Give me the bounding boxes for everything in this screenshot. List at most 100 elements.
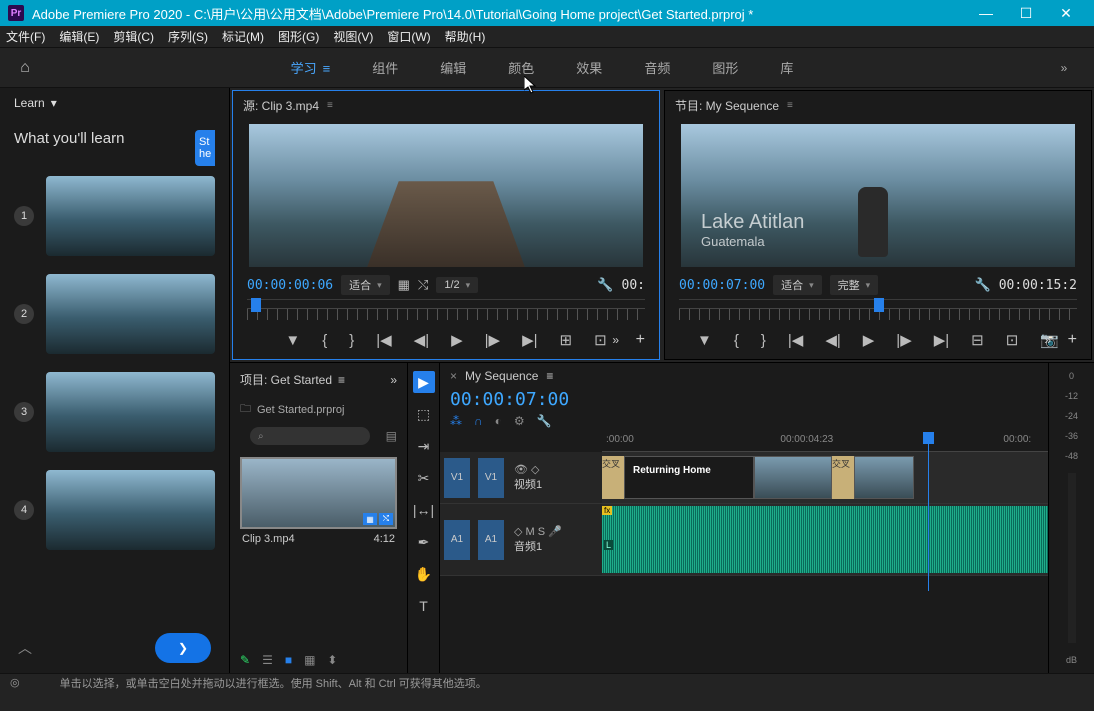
learn-next[interactable]: ❯ [155,633,211,663]
source-gridview-icon[interactable]: ▦ [398,277,410,293]
source-timecode[interactable]: 00:00:00:06 [247,278,333,293]
source-panel-title[interactable]: 源: Clip 3.mp4 [243,97,319,114]
maximize-button[interactable]: ☐ [1006,0,1046,26]
prog-out-icon[interactable]: } [761,332,766,349]
close-button[interactable]: ✕ [1046,0,1086,26]
transition-2[interactable]: 交叉 [832,456,854,499]
menu-sequence[interactable]: 序列(S) [168,28,208,45]
voiceover-icon[interactable]: 🎤 [548,526,562,538]
sort-icon[interactable]: ⬍ [327,653,337,667]
audio-track-1[interactable]: A1 A1 ◇ M S 🎤 音频1 fx L [440,504,1048,576]
video-clip[interactable] [754,456,832,499]
workspace-editing[interactable]: 编辑 [440,58,466,77]
selection-tool[interactable]: ▶ [413,371,435,393]
audio-clip[interactable]: fx L [602,506,1048,573]
program-settings-icon[interactable]: 🔧 [975,277,991,293]
program-panel-title[interactable]: 节目: My Sequence [675,97,779,114]
mark-in-icon[interactable]: { [322,332,327,349]
go-to-in-icon[interactable]: |◀ [376,331,391,349]
lock-icon[interactable]: ◇ [531,464,539,476]
project-filter-icon[interactable]: ▤ [386,429,397,443]
razor-tool[interactable]: ✂ [413,467,435,489]
prog-go-out-icon[interactable]: ▶| [934,331,949,349]
menu-marker[interactable]: 标记(M) [222,28,264,45]
menu-edit[interactable]: 编辑(E) [59,28,99,45]
extract-icon[interactable]: ⊡ [1006,331,1019,349]
insert-icon[interactable]: ⊞ [560,331,573,349]
solo-button[interactable]: S [538,526,545,538]
project-panel-title[interactable]: 项目: Get Started [240,371,332,388]
timeline-timecode[interactable]: 00:00:07:00 [450,389,569,410]
lift-icon[interactable]: ⊟ [971,331,984,349]
program-quality[interactable]: 完整▾ [830,275,879,295]
workspace-assembly[interactable]: 组件 [372,58,398,77]
mark-out-icon[interactable]: } [349,332,354,349]
workspace-graphics[interactable]: 图形 [712,58,738,77]
a1-source-patch[interactable]: A1 [444,520,470,560]
workspace-libraries[interactable]: 库 [780,58,793,77]
pen-tool[interactable]: ✒ [413,531,435,553]
a1-target-patch[interactable]: A1 [478,520,504,560]
video-clip-2[interactable] [854,456,914,499]
workspace-learn[interactable]: 学习≡ [291,58,331,77]
program-zoom[interactable]: 适合▾ [773,275,822,295]
source-scrubber[interactable] [247,299,645,325]
project-search[interactable]: ⌕ [250,427,370,445]
coach-bubble[interactable]: St he [195,130,215,166]
learn-back[interactable]: ︿ [18,638,32,658]
mute-button[interactable]: M [526,526,535,538]
menu-file[interactable]: 文件(F) [6,28,45,45]
menu-help[interactable]: 帮助(H) [445,28,486,45]
go-to-out-icon[interactable]: ▶| [522,331,537,349]
title-clip[interactable]: Returning Home [624,456,754,499]
home-button[interactable]: ⌂ [0,59,50,77]
prog-in-icon[interactable]: { [734,332,739,349]
source-resolution[interactable]: 1/2▾ [436,277,478,293]
video-track-1[interactable]: V1 V1 👁 ◇视频1 交叉 Returning Home 交叉 [440,452,1048,504]
workspace-color[interactable]: 颜色 [508,58,534,77]
program-scrubber[interactable] [679,299,1077,325]
v1-source-patch[interactable]: V1 [444,458,470,498]
list-view-icon[interactable]: ☰ [262,653,273,667]
freeform-icon[interactable]: ✎ [240,653,250,667]
prog-play-icon[interactable]: ▶ [863,331,875,349]
overwrite-icon[interactable]: ⊡ [594,331,607,349]
fx-badge[interactable]: fx [602,506,612,515]
menu-graphics[interactable]: 图形(G) [278,28,319,45]
icon-view-icon[interactable]: ■ [285,653,292,667]
link-icon[interactable]: ∩ [474,414,483,428]
sequence-tab[interactable]: My Sequence [465,369,538,383]
snap-icon[interactable]: ⁂ [450,414,462,428]
source-navigate-icon[interactable]: ⤭ [418,277,428,293]
source-zoom[interactable]: 适合▾ [341,275,390,295]
menu-window[interactable]: 窗口(W) [387,28,430,45]
lesson-1[interactable]: 1 [14,176,215,256]
marker-span-icon[interactable]: ◐ [495,414,502,428]
panel-menu-icon[interactable]: ≡ [327,100,333,111]
hand-tool[interactable]: ✋ [413,563,435,585]
learn-panel-tab[interactable]: Learn▾ [0,88,229,118]
program-monitor[interactable]: Lake AtitlanGuatemala [681,124,1075,267]
freeform-view-icon[interactable]: ▦ [304,653,315,667]
prog-step-fwd-icon[interactable]: |▶ [896,331,911,349]
project-clip[interactable]: ▦⤭ Clip 3.mp44:12 [240,457,397,549]
workspace-overflow[interactable]: » [1034,61,1094,75]
slip-tool[interactable]: |↔| [413,499,435,521]
source-monitor[interactable] [249,124,643,267]
source-settings-icon[interactable]: 🔧 [597,277,613,293]
prog-overflow-icon[interactable]: » [1044,333,1051,347]
track-select-tool[interactable]: ⬚ [413,403,435,425]
prog-go-in-icon[interactable]: |◀ [788,331,803,349]
hamburger-icon[interactable]: ≡ [323,61,331,76]
prog-step-back-icon[interactable]: ◀| [825,331,840,349]
eye-icon[interactable]: 👁 [514,464,528,476]
lesson-2[interactable]: 2 [14,274,215,354]
transport-overflow-icon[interactable]: » [612,333,619,347]
step-forward-icon[interactable]: |▶ [485,331,500,349]
lock-icon[interactable]: ◇ [514,526,522,538]
minimize-button[interactable]: — [966,0,1006,26]
timeline-ruler[interactable]: :00:00 00:00:04:23 00:00: [602,432,1048,452]
transition-1[interactable]: 交叉 [602,456,624,499]
timeline-wrench-icon[interactable]: 🔧 [537,414,552,428]
panel-menu-icon[interactable]: ≡ [787,100,793,111]
